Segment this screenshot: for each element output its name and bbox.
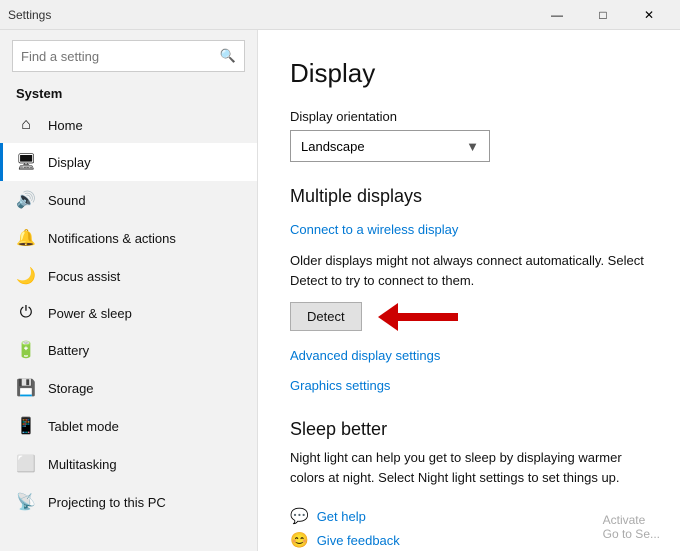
home-icon: ⌂ bbox=[16, 116, 36, 134]
sleep-description: Night light can help you get to sleep by… bbox=[290, 448, 648, 487]
sidebar-item-label: Focus assist bbox=[48, 269, 120, 284]
sleep-heading: Sleep better bbox=[290, 419, 648, 440]
search-input[interactable] bbox=[21, 49, 220, 64]
red-arrow-indicator bbox=[378, 303, 458, 331]
search-icon: 🔍 bbox=[220, 48, 236, 64]
storage-icon: 💾 bbox=[16, 378, 36, 398]
projecting-icon: 📡 bbox=[16, 492, 36, 512]
power-icon: ⏻ bbox=[16, 304, 36, 322]
detect-button[interactable]: Detect bbox=[290, 302, 362, 331]
sidebar-item-label: Multitasking bbox=[48, 457, 117, 472]
arrow-body bbox=[398, 313, 458, 321]
help-icon: 💬 bbox=[290, 507, 309, 525]
bottom-links: 💬 Get help 😊 Give feedback bbox=[290, 507, 648, 549]
titlebar-title: Settings bbox=[8, 8, 51, 22]
content-area: Display Display orientation Landscape ▼ … bbox=[258, 30, 680, 551]
close-button[interactable]: ✕ bbox=[626, 0, 672, 30]
sidebar-item-home[interactable]: ⌂ Home bbox=[0, 107, 257, 143]
display-icon: 🖥 bbox=[16, 152, 36, 172]
activation-watermark: ActivateGo to Se... bbox=[603, 513, 660, 541]
sidebar-item-display[interactable]: 🖥 Display bbox=[0, 143, 257, 181]
sidebar-item-label: Projecting to this PC bbox=[48, 495, 166, 510]
tablet-icon: 📱 bbox=[16, 416, 36, 436]
page-title: Display bbox=[290, 58, 648, 89]
sidebar-item-focus[interactable]: 🌙 Focus assist bbox=[0, 257, 257, 295]
notifications-icon: 🔔 bbox=[16, 228, 36, 248]
sidebar-section-title: System bbox=[0, 78, 257, 107]
multitasking-icon: ⬜ bbox=[16, 454, 36, 474]
orientation-label: Display orientation bbox=[290, 109, 648, 124]
sidebar-item-label: Sound bbox=[48, 193, 86, 208]
graphics-settings-link[interactable]: Graphics settings bbox=[290, 378, 390, 393]
feedback-icon: 😊 bbox=[290, 531, 309, 549]
sidebar-item-battery[interactable]: 🔋 Battery bbox=[0, 331, 257, 369]
sidebar-item-label: Storage bbox=[48, 381, 94, 396]
sidebar-item-storage[interactable]: 💾 Storage bbox=[0, 369, 257, 407]
sound-icon: 🔊 bbox=[16, 190, 36, 210]
connect-wireless-link[interactable]: Connect to a wireless display bbox=[290, 222, 458, 237]
give-feedback-link: Give feedback bbox=[317, 533, 400, 548]
sidebar-item-projecting[interactable]: 📡 Projecting to this PC bbox=[0, 483, 257, 521]
sidebar-item-label: Battery bbox=[48, 343, 89, 358]
orientation-dropdown[interactable]: Landscape ▼ bbox=[290, 130, 490, 162]
sidebar-item-label: Home bbox=[48, 118, 83, 133]
titlebar: Settings — □ ✕ bbox=[0, 0, 680, 30]
focus-icon: 🌙 bbox=[16, 266, 36, 286]
battery-icon: 🔋 bbox=[16, 340, 36, 360]
orientation-value: Landscape bbox=[301, 139, 365, 154]
sidebar-item-sound[interactable]: 🔊 Sound bbox=[0, 181, 257, 219]
detect-row: Detect bbox=[290, 302, 648, 331]
sidebar-item-label: Tablet mode bbox=[48, 419, 119, 434]
maximize-button[interactable]: □ bbox=[580, 0, 626, 30]
give-feedback-item[interactable]: 😊 Give feedback bbox=[290, 531, 648, 549]
arrow-head bbox=[378, 303, 398, 331]
sidebar-item-label: Power & sleep bbox=[48, 306, 132, 321]
get-help-link: Get help bbox=[317, 509, 366, 524]
get-help-item[interactable]: 💬 Get help bbox=[290, 507, 648, 525]
sidebar-item-multitasking[interactable]: ⬜ Multitasking bbox=[0, 445, 257, 483]
titlebar-controls: — □ ✕ bbox=[534, 0, 672, 30]
search-box[interactable]: 🔍 bbox=[12, 40, 245, 72]
sidebar-item-label: Display bbox=[48, 155, 91, 170]
sidebar-item-label: Notifications & actions bbox=[48, 231, 176, 246]
sidebar: 🔍 System ⌂ Home 🖥 Display 🔊 Sound 🔔 N bbox=[0, 30, 258, 551]
detect-description: Older displays might not always connect … bbox=[290, 251, 648, 290]
app-window: Settings — □ ✕ 🔍 System ⌂ Home 🖥 Disp bbox=[0, 0, 680, 551]
sidebar-item-notifications[interactable]: 🔔 Notifications & actions bbox=[0, 219, 257, 257]
chevron-down-icon: ▼ bbox=[466, 139, 479, 154]
minimize-button[interactable]: — bbox=[534, 0, 580, 30]
app-body: 🔍 System ⌂ Home 🖥 Display 🔊 Sound 🔔 N bbox=[0, 30, 680, 551]
sleep-section: Sleep better Night light can help you ge… bbox=[290, 419, 648, 487]
sidebar-item-tablet[interactable]: 📱 Tablet mode bbox=[0, 407, 257, 445]
sidebar-item-power[interactable]: ⏻ Power & sleep bbox=[0, 295, 257, 331]
advanced-display-link[interactable]: Advanced display settings bbox=[290, 348, 440, 363]
multiple-displays-heading: Multiple displays bbox=[290, 186, 648, 207]
